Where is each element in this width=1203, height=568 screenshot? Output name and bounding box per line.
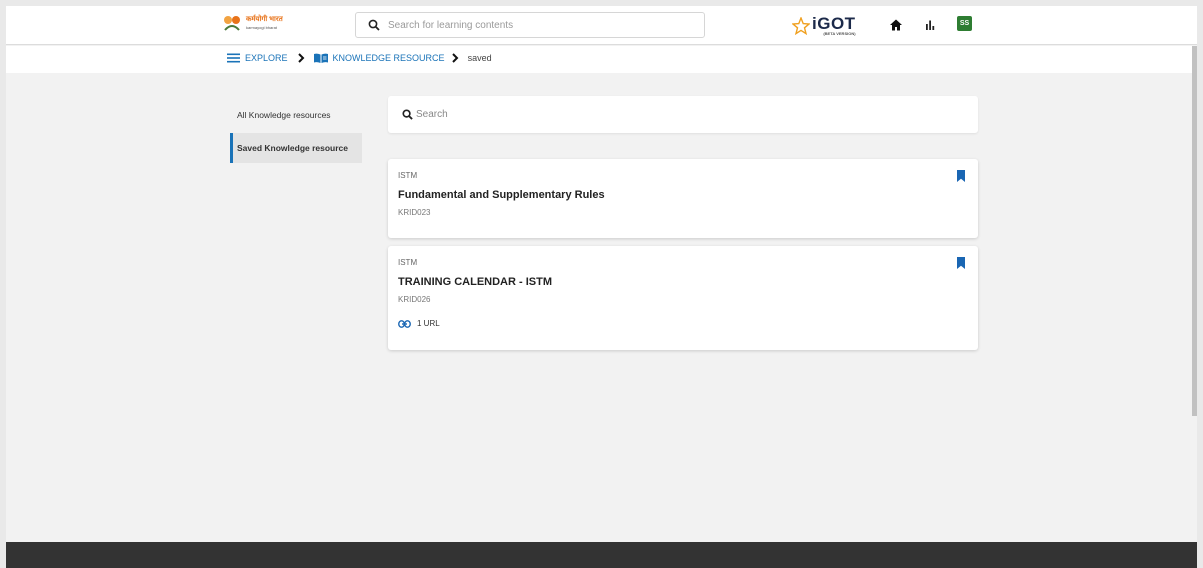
- card-org: ISTM: [398, 258, 418, 267]
- card-code: KRID026: [398, 295, 431, 304]
- logo-wordmark: कर्मयोगी भारत karmayogi bharat: [246, 16, 283, 32]
- breadcrumb-current: saved: [467, 53, 492, 63]
- breadcrumb-knowledge-resource-label: KNOWLEDGE RESOURCE: [332, 53, 445, 63]
- link-icon: [398, 319, 411, 328]
- breadcrumb-explore[interactable]: EXPLORE: [227, 53, 288, 63]
- footer: [6, 542, 1197, 568]
- resource-card[interactable]: ISTM Fundamental and Supplementary Rules…: [388, 159, 978, 238]
- global-search-input[interactable]: [388, 19, 688, 31]
- chevron-right-icon: [451, 53, 458, 63]
- url-count-label: 1 URL: [417, 319, 440, 328]
- card-code: KRID023: [398, 208, 431, 217]
- card-org: ISTM: [398, 171, 418, 180]
- search-icon: [402, 109, 413, 120]
- karmayogi-logo[interactable]: कर्मयोगी भारत karmayogi bharat: [222, 13, 314, 35]
- sidebar-item-all-knowledge-resources[interactable]: All Knowledge resources: [230, 100, 362, 130]
- bar-chart-icon[interactable]: [923, 18, 937, 32]
- bookmark-icon[interactable]: [956, 170, 966, 182]
- brand-name: iGOT: [812, 13, 856, 33]
- page-frame: कर्मयोगी भारत karmayogi bharat iGOT (BET…: [6, 6, 1197, 568]
- emblem-icon: [222, 14, 242, 34]
- card-title: Fundamental and Supplementary Rules: [398, 189, 605, 201]
- breadcrumb: EXPLORE KNOWLEDGE RESOURCE saved: [227, 53, 492, 63]
- breadcrumb-knowledge-resource[interactable]: KNOWLEDGE RESOURCE: [313, 53, 445, 63]
- card-url-count[interactable]: 1 URL: [398, 319, 440, 328]
- resource-card[interactable]: ISTM TRAINING CALENDAR - ISTM KRID026 1 …: [388, 246, 978, 350]
- brand-text: iGOT (BETA VERSION): [812, 13, 856, 36]
- resource-search-input[interactable]: [416, 109, 956, 120]
- search-icon: [368, 19, 380, 31]
- sidebar-item-label: All Knowledge resources: [237, 110, 331, 120]
- card-title: TRAINING CALENDAR - ISTM: [398, 276, 552, 288]
- resource-search[interactable]: [388, 96, 978, 133]
- star-icon: [792, 17, 810, 35]
- home-icon[interactable]: [889, 18, 903, 32]
- scrollbar[interactable]: [1192, 46, 1197, 416]
- menu-icon: [227, 53, 240, 63]
- bookmark-icon[interactable]: [956, 257, 966, 269]
- sidebar-item-saved-knowledge-resource[interactable]: Saved Knowledge resource: [230, 133, 362, 163]
- logo-subtext: karmayogi bharat: [246, 25, 277, 30]
- breadcrumb-explore-label: EXPLORE: [245, 53, 288, 63]
- global-search[interactable]: [355, 12, 705, 38]
- logo-text: कर्मयोगी भारत: [246, 16, 283, 23]
- book-icon: [313, 53, 328, 63]
- igot-logo[interactable]: iGOT (BETA VERSION): [792, 14, 856, 38]
- chevron-right-icon: [297, 53, 304, 63]
- sidebar: All Knowledge resources Saved Knowledge …: [230, 100, 362, 166]
- user-avatar[interactable]: SS: [957, 16, 972, 31]
- sidebar-item-label: Saved Knowledge resource: [237, 143, 349, 153]
- top-navbar: कर्मयोगी भारत karmayogi bharat iGOT (BET…: [6, 6, 1197, 45]
- breadcrumb-bar: EXPLORE KNOWLEDGE RESOURCE saved: [6, 46, 1197, 73]
